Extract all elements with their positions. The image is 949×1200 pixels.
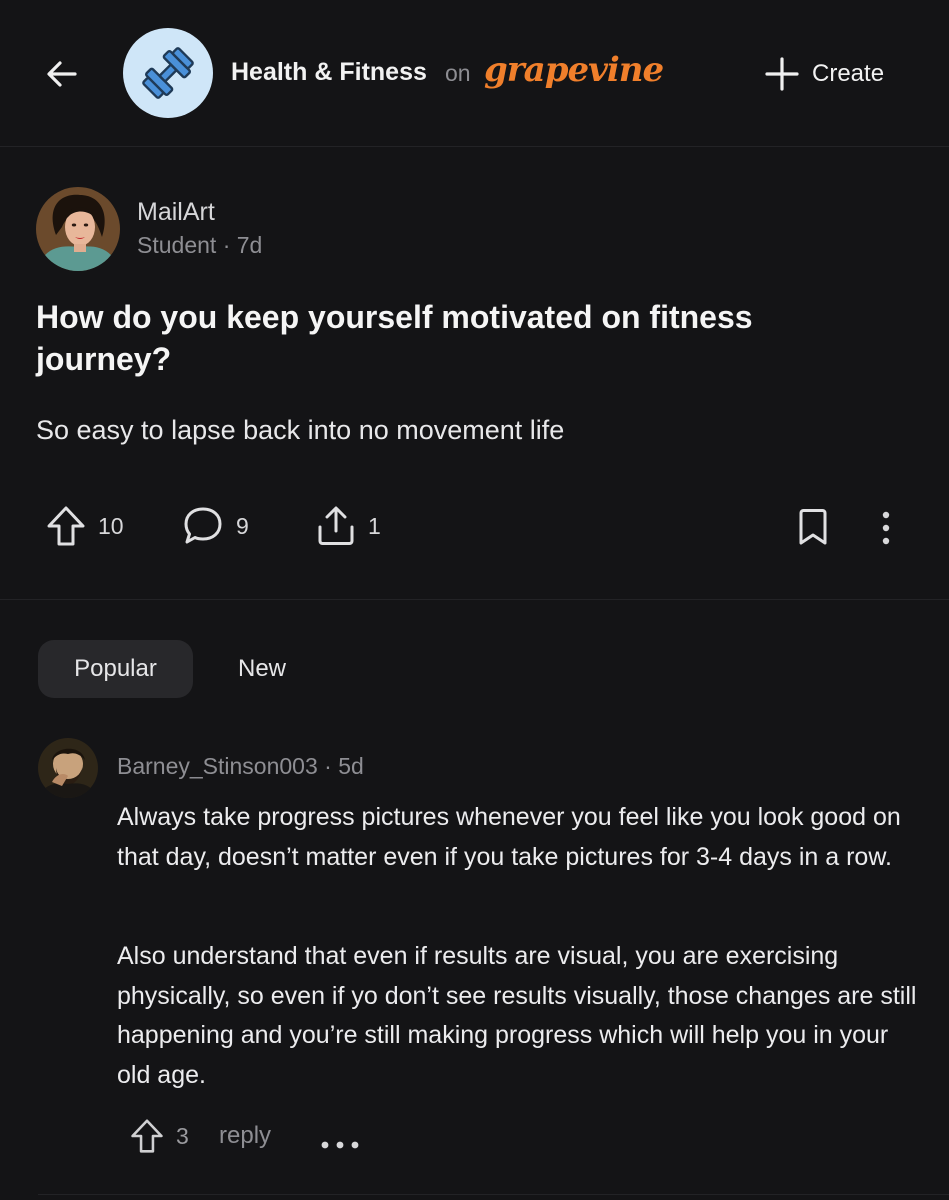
- on-label: on: [445, 60, 471, 86]
- upvote-count: 10: [98, 512, 124, 539]
- comment-time: 5d: [338, 753, 364, 779]
- back-button[interactable]: [40, 52, 84, 96]
- comment-more-button[interactable]: [320, 1138, 360, 1156]
- reply-button[interactable]: reply: [219, 1122, 271, 1150]
- meta-separator: ·: [324, 753, 339, 779]
- bookmark-button[interactable]: [796, 508, 830, 551]
- create-label: Create: [812, 60, 885, 87]
- post-title: How do you keep yourself motivated on fi…: [36, 299, 753, 377]
- comment-author-name[interactable]: Barney_Stinson003: [117, 753, 318, 779]
- post-meta: Student · 7d: [137, 232, 262, 259]
- author-role: Student: [137, 232, 217, 258]
- arrow-left-icon: [47, 61, 77, 87]
- share-button[interactable]: 1: [316, 505, 381, 547]
- create-button[interactable]: Create: [764, 54, 884, 94]
- meta-separator: ·: [222, 232, 237, 258]
- comment-paragraph: Also understand that even if results are…: [117, 942, 917, 1089]
- comment-author-line: Barney_Stinson003 · 5d: [117, 753, 364, 780]
- community-name[interactable]: Health & Fitness: [231, 58, 427, 87]
- comment-divider: [38, 1194, 949, 1195]
- tab-new[interactable]: New: [212, 640, 312, 698]
- comment-button[interactable]: 9: [182, 505, 249, 547]
- comment-bubble-icon: [184, 507, 222, 544]
- comment-paragraph: Always take progress pictures whenever y…: [117, 803, 901, 871]
- upvote-arrow-icon: [47, 506, 85, 546]
- post-author-name[interactable]: MailArt: [137, 198, 215, 227]
- share-icon: [318, 506, 354, 545]
- upvote-button[interactable]: 10: [46, 505, 124, 547]
- section-divider: [0, 599, 949, 600]
- tab-popular[interactable]: Popular: [38, 640, 193, 698]
- more-horizontal-icon: [321, 1141, 359, 1149]
- dumbbell-icon: [142, 47, 194, 99]
- post-body: So easy to lapse back into no movement l…: [36, 415, 565, 445]
- share-count: 1: [368, 512, 381, 539]
- post-more-button[interactable]: [872, 510, 900, 551]
- brand-logo[interactable]: grapevine: [484, 50, 664, 90]
- comment-count: 9: [236, 512, 249, 539]
- commenter-avatar[interactable]: [38, 738, 98, 798]
- community-avatar[interactable]: [123, 28, 213, 118]
- post-time: 7d: [236, 232, 263, 258]
- more-vertical-icon: [882, 511, 890, 545]
- bookmark-icon: [799, 509, 827, 545]
- author-avatar[interactable]: [36, 187, 120, 271]
- comment-upvote-button[interactable]: 3: [130, 1117, 189, 1155]
- upvote-arrow-icon: [131, 1119, 163, 1153]
- comment-upvote-count: 3: [176, 1122, 189, 1149]
- plus-icon: [765, 57, 799, 91]
